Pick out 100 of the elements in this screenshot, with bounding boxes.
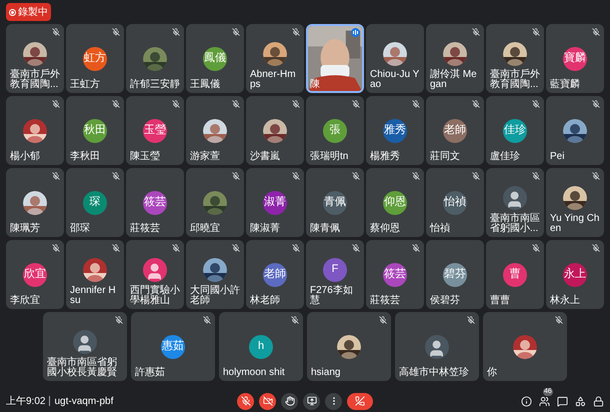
participant-name: 你 xyxy=(486,368,498,379)
participant-tile[interactable]: 游家萱 xyxy=(186,96,244,165)
participant-name: F276李如慧 xyxy=(309,286,354,307)
participant-name: Yu Ying Chen xyxy=(549,214,600,235)
avatar: 筱芸 xyxy=(383,262,407,286)
participant-tile[interactable]: 謝伶淇 Megan xyxy=(426,24,484,93)
avatar: 秋田 xyxy=(83,118,107,142)
participant-tile[interactable]: F F276李如慧 xyxy=(306,240,364,309)
participant-name: 莊同文 xyxy=(429,152,461,163)
participant-name: 楊雅秀 xyxy=(369,152,401,163)
participant-tile[interactable]: 曹 曹曹 xyxy=(486,240,544,309)
participant-tile[interactable]: 陳珮芳 xyxy=(6,168,64,237)
participant-tile[interactable]: 臺南市戶外教育國陶... xyxy=(486,24,544,93)
participant-name: 臺南市南區省躬國小校長黃慶賢 xyxy=(46,358,118,379)
participant-tile[interactable]: 邱曉宜 xyxy=(186,168,244,237)
avatar: 怡禎 xyxy=(443,190,467,214)
participant-tile[interactable]: Pei xyxy=(546,96,604,165)
participant-tile[interactable]: 許郁三安靜 xyxy=(126,24,184,93)
participant-tile[interactable]: 你 xyxy=(483,312,567,381)
participant-tile[interactable]: 老師 莊同文 xyxy=(426,96,484,165)
avatar: 琛 xyxy=(83,190,107,214)
participant-tile[interactable]: 虹方 王虹方 xyxy=(66,24,124,93)
avatar: 張 xyxy=(323,118,347,142)
participant-name: 邵琛 xyxy=(69,224,91,235)
participant-tile[interactable]: Yu Ying Chen xyxy=(546,168,604,237)
avatar: 欣宜 xyxy=(23,262,47,286)
avatar: 永上 xyxy=(563,262,587,286)
participant-name: 王虹方 xyxy=(69,80,101,91)
participant-tile[interactable]: 惠茹 許惠茹 xyxy=(131,312,215,381)
avatar: 筱芸 xyxy=(143,190,167,214)
participant-name: Abner-Hmps xyxy=(249,70,297,91)
participant-tile[interactable]: 佳珍 盧佳珍 xyxy=(486,96,544,165)
chat-icon[interactable] xyxy=(557,396,568,406)
participant-tile[interactable]: Jennifer Hsu xyxy=(66,240,124,309)
participant-tile[interactable]: 欣宜 李欣宜 xyxy=(6,240,64,309)
participant-name: 曹曹 xyxy=(489,296,511,307)
participant-tile[interactable]: 永上 林永上 xyxy=(546,240,604,309)
participant-tile[interactable]: 楊小郁 xyxy=(6,96,64,165)
participant-tile[interactable]: 淑菁 陳淑菁 xyxy=(246,168,304,237)
user-icon xyxy=(73,330,97,354)
participant-tile[interactable]: 大同國小許老師 xyxy=(186,240,244,309)
participant-tile[interactable]: 老師 林老師 xyxy=(246,240,304,309)
present-button[interactable] xyxy=(303,392,320,410)
participant-tile[interactable]: 秋田 李秋田 xyxy=(66,96,124,165)
participant-tile[interactable]: 西門實驗小學楊雅山 xyxy=(126,240,184,309)
activities-icon[interactable] xyxy=(575,396,586,406)
avatar: 佳珍 xyxy=(503,118,527,142)
user-icon xyxy=(425,334,449,358)
participant-name: 游家萱 xyxy=(189,152,221,163)
participant-name: 楊小郁 xyxy=(9,152,41,163)
mic-button[interactable] xyxy=(237,392,254,410)
participant-name: 怡禎 xyxy=(428,224,451,235)
info-icon[interactable] xyxy=(521,396,532,406)
avatar: 玉瑩 xyxy=(143,118,167,142)
participant-name: 謝伶淇 Megan xyxy=(429,70,478,91)
participant-tile[interactable]: 高雄市中林笠珍 xyxy=(395,312,479,381)
participant-name: 侯碧芬 xyxy=(429,296,461,307)
more-button[interactable] xyxy=(325,392,342,410)
participant-tile[interactable]: 筱芸 莊筱芸 xyxy=(366,240,424,309)
participant-tile[interactable]: h holymoon shit xyxy=(219,312,303,381)
participant-tile[interactable]: 筱芸 莊筱芸 xyxy=(126,168,184,237)
avatar: 雅秀 xyxy=(383,118,407,142)
participant-tile[interactable]: 雅秀 楊雅秀 xyxy=(366,96,424,165)
recording-label: 錄製中 xyxy=(18,6,48,20)
participant-name: 許郁三安靜 xyxy=(129,80,181,91)
participant-name: 李欣宜 xyxy=(9,296,41,307)
participant-tile[interactable]: hsiang xyxy=(307,312,391,381)
people-icon[interactable] xyxy=(539,396,550,406)
participant-tile[interactable]: 沙書嵐 xyxy=(246,96,304,165)
end-call-button[interactable] xyxy=(347,392,373,410)
participant-tile[interactable]: 寶麟 藍寶麟 xyxy=(546,24,604,93)
participant-tile[interactable]: 玉瑩 陳玉瑩 xyxy=(126,96,184,165)
participant-tile[interactable]: 仰恩 蔡仰恩 xyxy=(366,168,424,237)
participant-tile[interactable]: 陳 xyxy=(306,24,364,93)
participant-tile[interactable]: 鳳儀 王鳳儀 xyxy=(186,24,244,93)
avatar: 鳳儀 xyxy=(203,46,227,70)
user-icon xyxy=(143,258,167,282)
participant-tile[interactable]: 怡禎 怡禎 xyxy=(426,168,484,237)
participant-tile[interactable]: 碧芬 侯碧芬 xyxy=(426,240,484,309)
present-icon xyxy=(306,396,316,406)
participant-tile[interactable]: Abner-Hmps xyxy=(246,24,304,93)
participant-tile[interactable]: Chiou-Ju Yao xyxy=(366,24,424,93)
raise-hand-button[interactable] xyxy=(281,392,298,410)
participant-name: 大同國小許老師 xyxy=(189,286,241,307)
participant-name: Pei xyxy=(549,152,566,163)
participant-tile[interactable]: 琛 邵琛 xyxy=(66,168,124,237)
participant-tile[interactable]: 臺南市南區省躬國小... xyxy=(486,168,544,237)
participant-tile[interactable]: 張 張瑞明tn xyxy=(306,96,364,165)
participant-name: 盧佳珍 xyxy=(489,152,521,163)
participant-tile[interactable]: 臺南市南區省躬國小校長黃慶賢 xyxy=(43,312,127,381)
participant-tile[interactable]: 青佩 陳青佩 xyxy=(306,168,364,237)
avatar: F xyxy=(323,258,347,282)
avatar: 惠茹 xyxy=(161,334,185,358)
participant-name: 李秋田 xyxy=(69,152,101,163)
lock-icon[interactable] xyxy=(593,396,604,406)
participant-tile[interactable]: 臺南市戶外教育國陶... xyxy=(6,24,64,93)
participant-name: 臺南市戶外教育國陶... xyxy=(9,70,61,91)
camera-button[interactable] xyxy=(259,392,276,410)
avatar: 淑菁 xyxy=(263,190,287,214)
hand-icon xyxy=(284,396,294,406)
